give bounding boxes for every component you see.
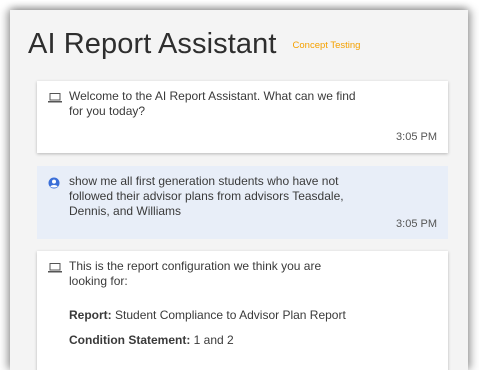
user-message: show me all first generation students wh…	[37, 166, 448, 239]
condition-value: 1 and 2	[193, 333, 234, 347]
header: AI Report Assistant Concept Testing	[28, 28, 360, 61]
app-title: AI Report Assistant	[28, 28, 277, 60]
assistant-message: This is the report configuration we thin…	[37, 251, 448, 370]
condition-field: Condition Statement: 1 and 2	[69, 333, 439, 348]
message-time: 3:05 PM	[396, 218, 437, 230]
concept-testing-badge: Concept Testing	[292, 40, 361, 51]
message-intro: This is the report configuration we thin…	[69, 259, 322, 288]
laptop-icon	[48, 262, 62, 277]
report-label: Report:	[69, 308, 112, 322]
report-field: Report: Student Compliance to Advisor Pl…	[69, 308, 439, 323]
report-value: Student Compliance to Advisor Plan Repor…	[115, 308, 346, 322]
assistant-message: Welcome to the AI Report Assistant. What…	[37, 81, 448, 153]
laptop-icon	[48, 92, 62, 107]
chat-panel: AI Report Assistant Concept Testing Welc…	[10, 10, 468, 370]
condition-label: Condition Statement:	[69, 333, 191, 347]
user-circle-icon	[48, 177, 60, 193]
message-text: show me all first generation students wh…	[69, 174, 344, 218]
message-time: 3:05 PM	[396, 131, 437, 143]
message-text: Welcome to the AI Report Assistant. What…	[69, 89, 356, 118]
